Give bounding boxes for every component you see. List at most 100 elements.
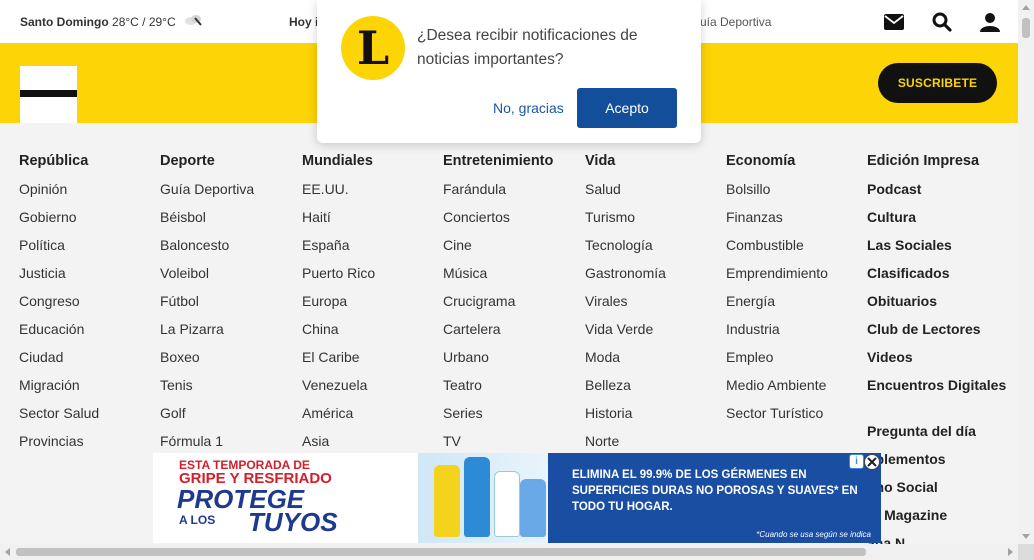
nav-link[interactable]: Tenis <box>160 374 300 402</box>
nav-link[interactable]: Conciertos <box>443 206 583 234</box>
nav-heading[interactable]: Edición Impresa <box>867 150 1017 178</box>
nav-link[interactable]: Congreso <box>19 290 159 318</box>
vertical-scroll-thumb[interactable] <box>1022 18 1030 38</box>
nav-link[interactable]: Sector Turístico <box>726 402 866 430</box>
nav-link[interactable]: Pregunta del día <box>867 420 1017 448</box>
nav-link[interactable]: Salud <box>585 178 725 206</box>
nav-heading[interactable]: Mundiales <box>302 150 442 178</box>
nav-heading[interactable]: República <box>19 150 159 178</box>
nav-link[interactable]: Música <box>443 262 583 290</box>
nav-link[interactable]: Farándula <box>443 178 583 206</box>
nav-link[interactable]: Las Sociales <box>867 234 1017 262</box>
nav-link[interactable]: Cartelera <box>443 318 583 346</box>
nav-link[interactable]: Justicia <box>19 262 159 290</box>
nav-link[interactable]: Fútbol <box>160 290 300 318</box>
nav-link[interactable]: Sector Salud <box>19 402 159 430</box>
nav-link[interactable]: Baloncesto <box>160 234 300 262</box>
nav-link[interactable]: Europa <box>302 290 442 318</box>
nav-link[interactable]: Cine <box>443 234 583 262</box>
horizontal-scrollbar[interactable] <box>0 544 1018 560</box>
nav-link[interactable]: Clasificados <box>867 262 1017 290</box>
nav-link[interactable]: Videos <box>867 346 1017 374</box>
nav-link[interactable]: Migración <box>19 374 159 402</box>
ad-close-icon[interactable] <box>864 454 880 470</box>
nav-link[interactable]: tmo Social <box>867 476 1017 504</box>
nav-link[interactable]: Urbano <box>443 346 583 374</box>
nav-link[interactable]: Puerto Rico <box>302 262 442 290</box>
nav-column-edicion-impresa: Edición Impresa Podcast Cultura Las Soci… <box>867 150 1017 560</box>
nav-link[interactable]: n! Magazine <box>867 504 1017 532</box>
today-link[interactable]: Hoy i <box>289 15 318 29</box>
nav-link[interactable]: Teatro <box>443 374 583 402</box>
nav-link[interactable]: Moda <box>585 346 725 374</box>
nav-link[interactable]: Voleibol <box>160 262 300 290</box>
nav-link[interactable]: uplementos <box>867 448 1017 476</box>
nav-link[interactable]: Crucigrama <box>443 290 583 318</box>
accept-button[interactable]: Acepto <box>577 88 677 128</box>
scroll-down-arrow-icon[interactable] <box>1022 534 1030 539</box>
nav-link[interactable]: Obituarios <box>867 290 1017 318</box>
nav-link[interactable]: América <box>302 402 442 430</box>
scroll-right-arrow-icon[interactable] <box>1008 548 1013 556</box>
subscribe-button[interactable]: SUSCRIBETE <box>878 63 997 103</box>
ad-choices-icon[interactable]: i <box>849 454 864 469</box>
scroll-up-arrow-icon[interactable] <box>1022 5 1030 10</box>
user-icon[interactable] <box>978 10 1002 34</box>
nav-link[interactable]: Tecnología <box>585 234 725 262</box>
nav-column-mundiales: Mundiales EE.UU. Haití España Puerto Ric… <box>302 150 442 458</box>
nav-link[interactable]: Provincias <box>19 430 159 458</box>
nav-link[interactable]: Virales <box>585 290 725 318</box>
nav-link[interactable]: China <box>302 318 442 346</box>
advertisement-banner[interactable]: ESTA TEMPORADA DE GRIPE Y RESFRIADO PROT… <box>153 453 881 543</box>
guia-deportiva-top-link[interactable]: uía Deportiva <box>700 15 771 29</box>
nav-link[interactable]: Haití <box>302 206 442 234</box>
nav-column-economia: Economía Bolsillo Finanzas Combustible E… <box>726 150 866 430</box>
envelope-icon[interactable] <box>882 10 906 34</box>
nav-link[interactable]: Encuentros Digitales <box>867 374 1017 420</box>
nav-link[interactable]: Energía <box>726 290 866 318</box>
weather-widget: Santo Domingo 28°C / 29°C <box>20 15 176 29</box>
site-logo[interactable] <box>20 66 77 123</box>
horizontal-scroll-thumb[interactable] <box>16 548 866 556</box>
nav-heading[interactable]: Entretenimiento <box>443 150 583 178</box>
nav-link[interactable]: Emprendimiento <box>726 262 866 290</box>
nav-link[interactable]: Opinión <box>19 178 159 206</box>
nav-link[interactable]: Industria <box>726 318 866 346</box>
nav-link[interactable]: Podcast <box>867 178 1017 206</box>
nav-link[interactable]: Bolsillo <box>726 178 866 206</box>
nav-link[interactable]: Gastronomía <box>585 262 725 290</box>
nav-link[interactable]: Club de Lectores <box>867 318 1017 346</box>
nav-column-republica: República Opinión Gobierno Política Just… <box>19 150 159 458</box>
nav-link[interactable]: Ciudad <box>19 346 159 374</box>
nav-heading[interactable]: Deporte <box>160 150 300 178</box>
nav-link[interactable]: Finanzas <box>726 206 866 234</box>
nav-link[interactable]: Series <box>443 402 583 430</box>
nav-heading[interactable]: Economía <box>726 150 866 178</box>
nav-link[interactable]: Golf <box>160 402 300 430</box>
nav-link[interactable]: Belleza <box>585 374 725 402</box>
nav-link[interactable]: El Caribe <box>302 346 442 374</box>
nav-link[interactable]: Turismo <box>585 206 725 234</box>
nav-link[interactable]: Béisbol <box>160 206 300 234</box>
ad-headline-panel: ESTA TEMPORADA DE GRIPE Y RESFRIADO PROT… <box>153 453 418 543</box>
vertical-scrollbar[interactable] <box>1018 0 1034 544</box>
nav-link[interactable]: Educación <box>19 318 159 346</box>
nav-link[interactable]: Medio Ambiente <box>726 374 866 402</box>
nav-link[interactable]: Venezuela <box>302 374 442 402</box>
nav-link[interactable]: Cultura <box>867 206 1017 234</box>
nav-link[interactable]: Combustible <box>726 234 866 262</box>
nav-link[interactable]: La Pizarra <box>160 318 300 346</box>
nav-link[interactable]: Boxeo <box>160 346 300 374</box>
scroll-left-arrow-icon[interactable] <box>5 548 10 556</box>
search-icon[interactable] <box>930 10 954 34</box>
nav-link[interactable]: Gobierno <box>19 206 159 234</box>
nav-link[interactable]: Historia <box>585 402 725 430</box>
nav-link[interactable]: EE.UU. <box>302 178 442 206</box>
nav-link[interactable]: Política <box>19 234 159 262</box>
nav-link[interactable]: Empleo <box>726 346 866 374</box>
nav-link[interactable]: Vida Verde <box>585 318 725 346</box>
nav-link[interactable]: España <box>302 234 442 262</box>
nav-heading[interactable]: Vida <box>585 150 725 178</box>
decline-button[interactable]: No, gracias <box>493 100 564 116</box>
nav-link[interactable]: Guía Deportiva <box>160 178 300 206</box>
